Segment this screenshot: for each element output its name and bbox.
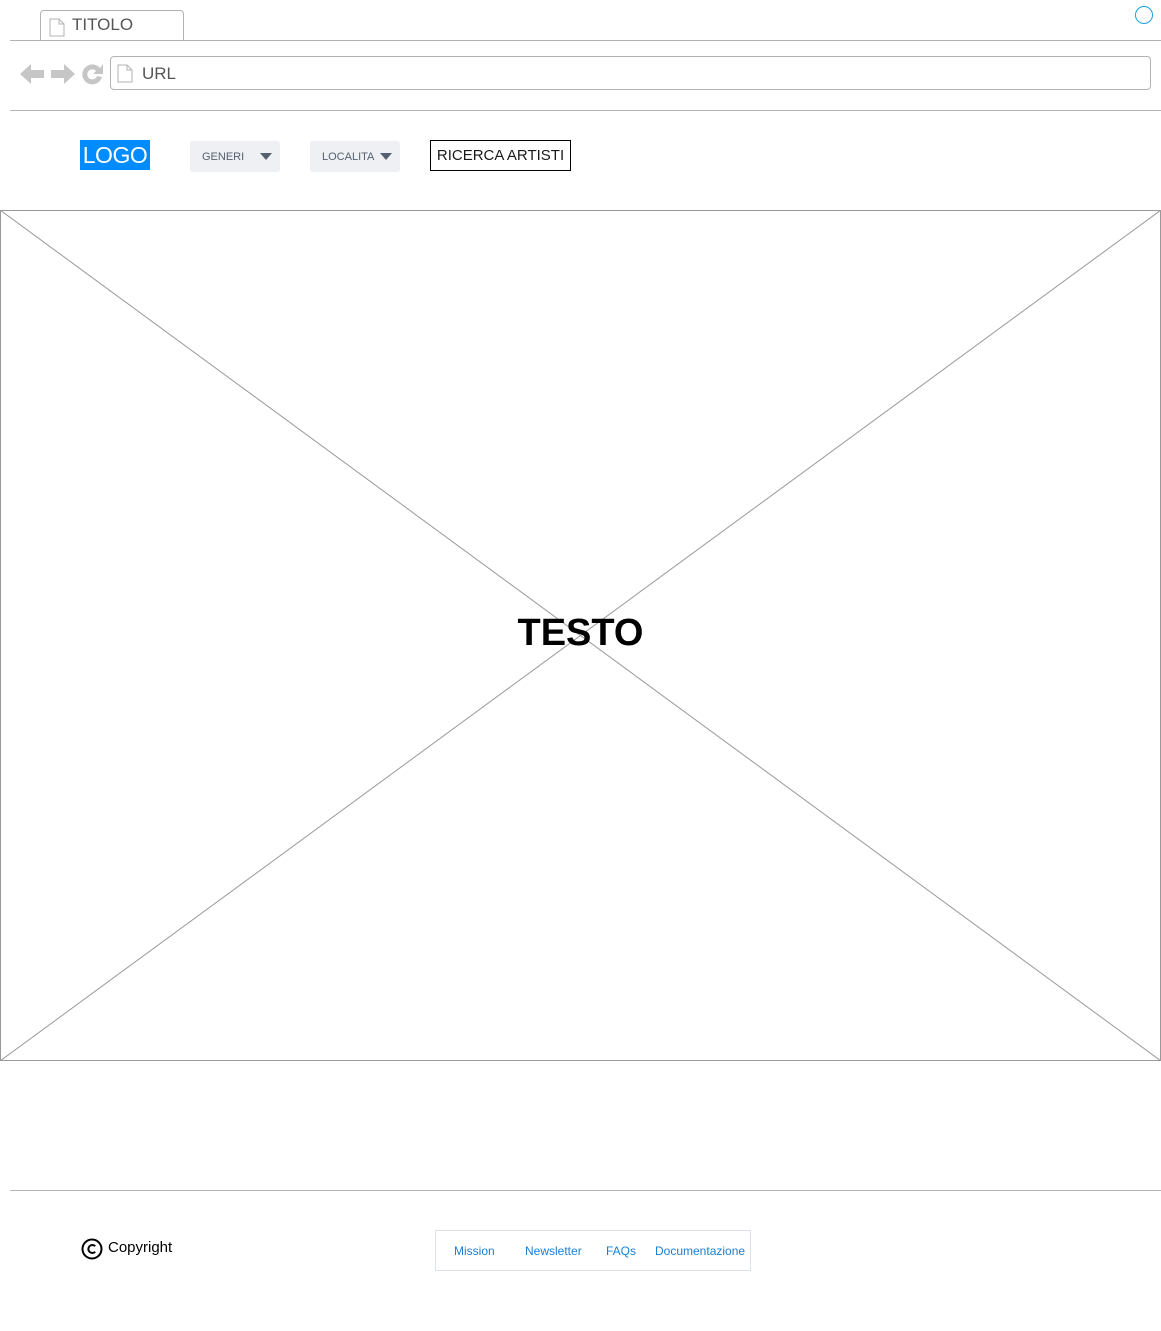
search-artists-button[interactable]: RICERCA ARTISTI bbox=[430, 140, 571, 171]
footer-link-mission[interactable]: Mission bbox=[454, 1244, 495, 1258]
hero-text: TESTO bbox=[517, 612, 644, 654]
reload-icon[interactable] bbox=[81, 62, 105, 86]
page-icon bbox=[117, 64, 133, 83]
footer-links: Mission Newsletter FAQs Documentazione bbox=[435, 1230, 751, 1271]
document-icon bbox=[49, 18, 65, 37]
genres-dropdown[interactable]: GENERI bbox=[190, 141, 280, 172]
footer-link-faqs[interactable]: FAQs bbox=[606, 1244, 636, 1258]
window-control-button[interactable] bbox=[1135, 6, 1153, 24]
genres-dropdown-label: GENERI bbox=[202, 151, 245, 163]
copyright-icon bbox=[81, 1238, 103, 1260]
copyright-text: Copyright bbox=[108, 1239, 173, 1256]
chevron-down-icon bbox=[380, 153, 392, 160]
browser-chrome-divider bbox=[10, 110, 1161, 111]
tab-strip-divider bbox=[10, 40, 1161, 41]
footer-divider bbox=[10, 1190, 1161, 1191]
location-dropdown-label: LOCALITA bbox=[322, 151, 375, 163]
footer-link-newsletter[interactable]: Newsletter bbox=[525, 1244, 582, 1258]
tab-title: TITOLO bbox=[72, 15, 134, 34]
browser-tab[interactable]: TITOLO bbox=[40, 10, 184, 40]
back-arrow-icon[interactable] bbox=[20, 62, 46, 86]
url-text: URL bbox=[142, 64, 177, 83]
location-dropdown[interactable]: LOCALITA bbox=[310, 141, 400, 172]
logo[interactable]: LOGO bbox=[80, 140, 150, 170]
footer-link-documentazione[interactable]: Documentazione bbox=[655, 1244, 745, 1258]
chevron-down-icon bbox=[260, 153, 272, 160]
forward-arrow-icon[interactable] bbox=[49, 62, 75, 86]
url-bar[interactable]: URL bbox=[110, 56, 1151, 90]
